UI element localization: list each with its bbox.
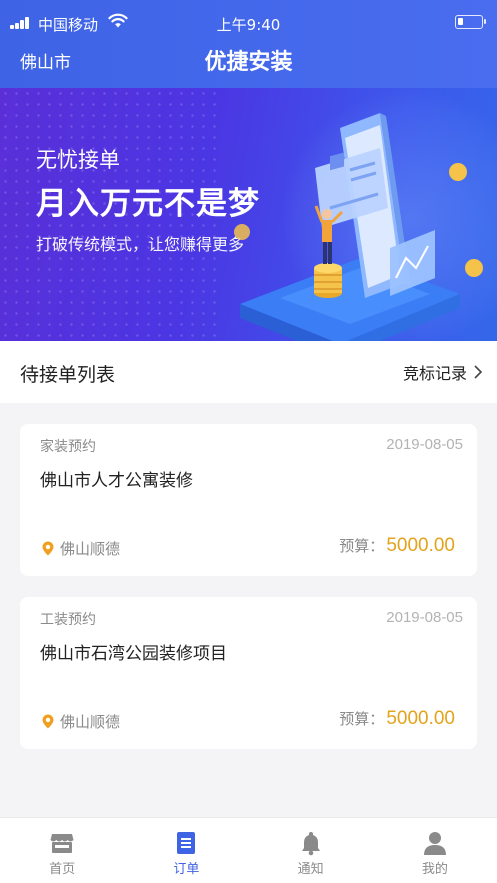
tab-label: 我的 (421, 862, 448, 877)
banner-description: 打破传统模式，让您赚得更多 (36, 235, 245, 254)
order-date: 2019-08-05 (386, 609, 463, 626)
order-card[interactable]: 家装预约 2019-08-05 佛山市人才公寓装修 佛山顺德 预算： 5000.… (20, 424, 477, 576)
pending-orders-header: 待接单列表 竞标记录 (0, 341, 497, 403)
status-bar: 中国移动 上午9:40 (0, 0, 497, 44)
tab-label: 首页 (49, 862, 76, 877)
tab-orders[interactable]: 订单 (124, 818, 248, 883)
order-location-text: 佛山顺德 (60, 539, 121, 558)
location-pin-icon (42, 714, 54, 728)
banner-illustration (234, 113, 483, 341)
tab-home[interactable]: 首页 (0, 818, 124, 883)
chevron-right-icon (474, 365, 483, 379)
location-pin-icon (42, 541, 54, 555)
store-icon (50, 834, 74, 853)
tab-notifications[interactable]: 通知 (249, 818, 373, 883)
order-location-text: 佛山顺德 (60, 712, 121, 731)
section-title: 待接单列表 (20, 364, 116, 386)
order-list-icon (177, 832, 196, 854)
order-category: 家装预约 (40, 439, 96, 455)
order-title: 佛山市人才公寓装修 (40, 471, 193, 491)
banner-subtitle: 无忧接单 (36, 148, 120, 172)
order-title: 佛山市石湾公园装修项目 (40, 644, 227, 664)
order-location: 佛山顺德 (42, 538, 120, 558)
bid-records-label: 竞标记录 (402, 364, 467, 383)
banner-headline: 月入万元不是梦 (36, 186, 260, 222)
order-card[interactable]: 工装预约 2019-08-05 佛山市石湾公园装修项目 佛山顺德 预算： 500… (20, 597, 477, 749)
order-budget: 预算： 5000.00 (339, 535, 455, 557)
tab-label: 通知 (297, 862, 324, 877)
budget-value: 5000.00 (386, 708, 455, 729)
bid-records-link[interactable]: 竞标记录 (403, 359, 483, 385)
order-budget: 预算： 5000.00 (339, 708, 455, 730)
promo-banner[interactable]: 无忧接单 月入万元不是梦 打破传统模式，让您赚得更多 (0, 88, 497, 341)
page-title: 优捷安装 (204, 50, 293, 75)
budget-value: 5000.00 (386, 535, 455, 556)
header: 中国移动 上午9:40 佛山市 优捷安装 (0, 0, 497, 88)
order-category: 工装预约 (40, 612, 96, 628)
status-time: 上午9:40 (216, 16, 281, 34)
bell-icon (301, 832, 320, 856)
bottom-tab-bar: 首页 订单 通知 我的 (0, 817, 497, 883)
order-date: 2019-08-05 (386, 436, 463, 453)
order-location: 佛山顺德 (42, 711, 120, 731)
tab-label: 订单 (173, 862, 200, 877)
app-screen: 中国移动 上午9:40 佛山市 优捷安装 无忧接单 月入万元不是梦 打破传统模式… (0, 0, 497, 883)
tab-profile[interactable]: 我的 (373, 818, 497, 883)
budget-label: 预算： (339, 537, 385, 555)
battery-icon (455, 15, 486, 29)
user-icon (423, 832, 446, 855)
budget-label: 预算： (339, 710, 385, 728)
